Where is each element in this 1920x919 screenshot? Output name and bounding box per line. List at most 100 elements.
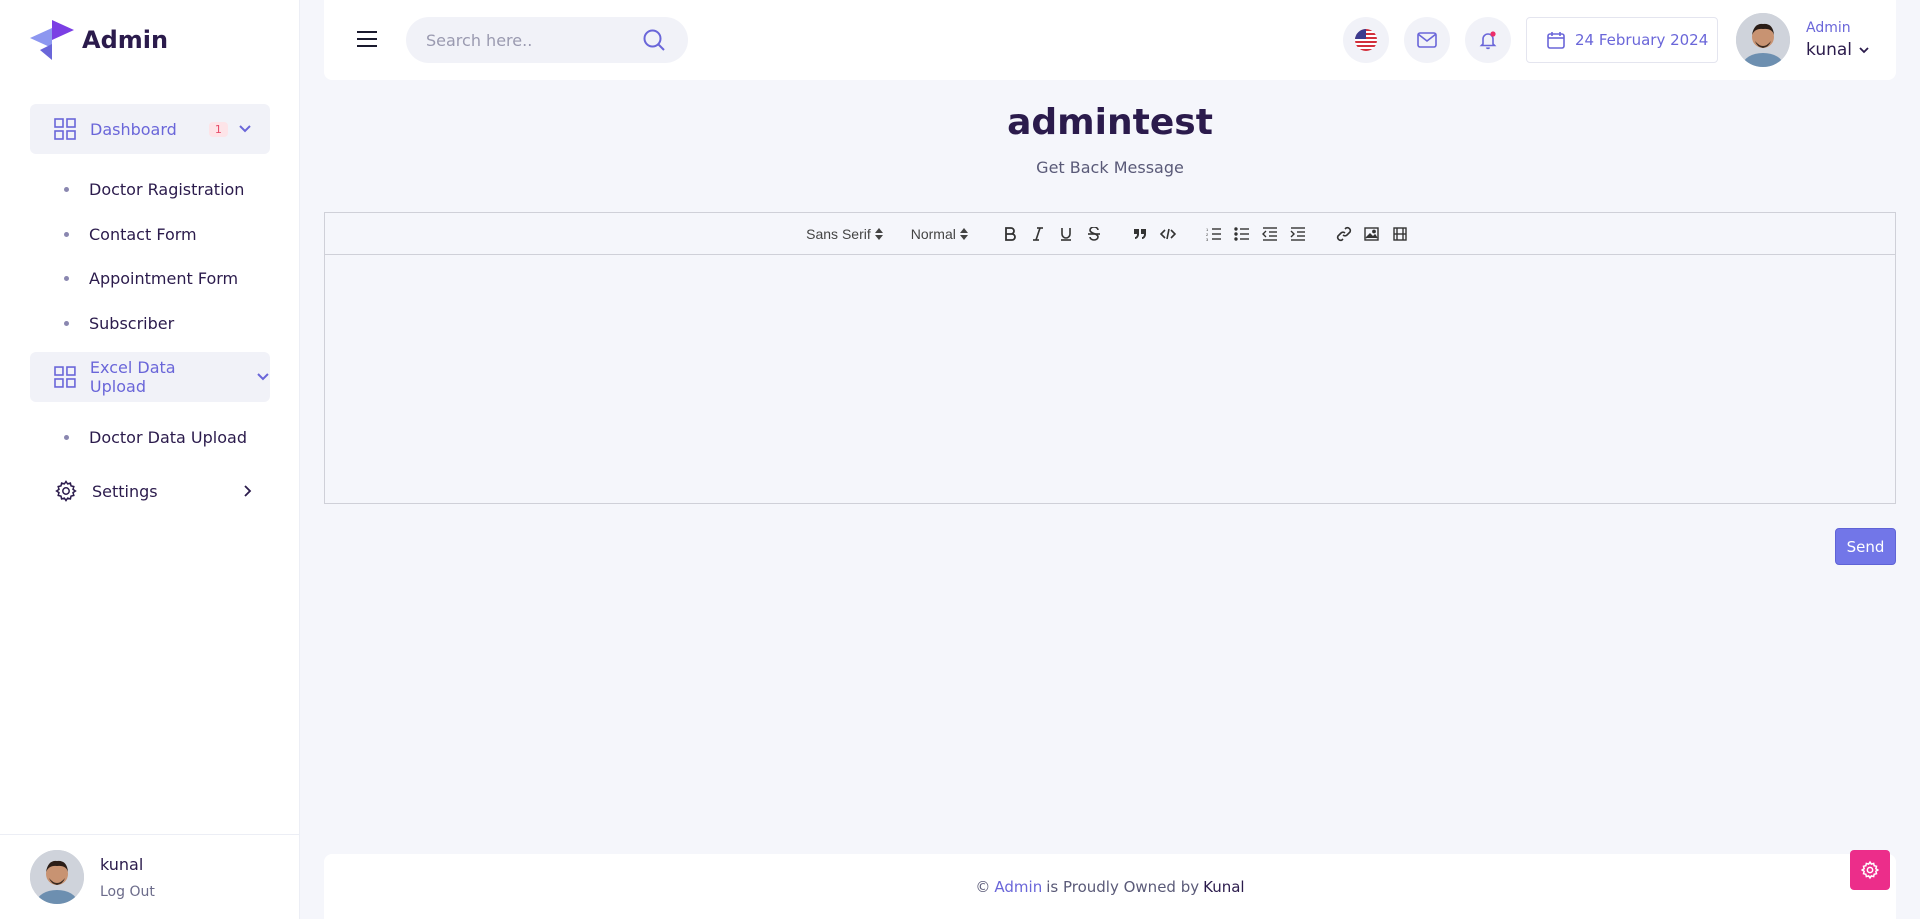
font-family-select[interactable]: Sans Serif <box>806 226 883 242</box>
topbar: 24 February 2024 Admin kunal <box>324 0 1896 80</box>
bullet <box>64 321 69 326</box>
bullet <box>64 232 69 237</box>
editor-toolbar: Sans Serif Normal 1 2 3 <box>325 213 1895 255</box>
sidebar: Admin Dashboard 1 Doctor Ragistration Co… <box>0 0 300 919</box>
insert-image-button[interactable] <box>1358 222 1386 246</box>
sidebar-group-label: Dashboard <box>90 119 177 139</box>
logo-icon <box>30 20 74 60</box>
page-title: admintest <box>1007 102 1213 143</box>
image-icon <box>1364 226 1380 241</box>
footer: © Admin is Proudly Owned by Kunal <box>324 854 1896 919</box>
bullet-list-button[interactable] <box>1228 222 1256 246</box>
sidebar-user-card: kunal Log Out <box>0 834 300 919</box>
sidebar-item-label: Contact Form <box>89 225 197 244</box>
indent-icon <box>1290 226 1305 241</box>
sidebar-user-name: kunal <box>100 854 144 874</box>
sidebar-item-label: Doctor Ragistration <box>89 180 245 199</box>
bullet-list-icon <box>1234 226 1249 241</box>
bullet <box>64 187 69 192</box>
notification-badge: 1 <box>208 121 228 137</box>
notifications-button[interactable] <box>1465 17 1511 63</box>
us-flag-icon <box>1355 29 1377 51</box>
bullet <box>64 435 69 440</box>
insert-link-button[interactable] <box>1330 222 1358 246</box>
rich-text-editor: Sans Serif Normal 1 2 3 <box>324 212 1896 504</box>
user-menu[interactable]: Admin kunal <box>1736 13 1870 67</box>
strikethrough-icon <box>1087 226 1100 241</box>
font-family-value: Sans Serif <box>806 225 871 242</box>
outdent-button[interactable] <box>1256 222 1284 246</box>
underline-button[interactable] <box>1052 222 1080 246</box>
underline-icon <box>1060 227 1071 241</box>
chevron-right-icon <box>244 485 252 497</box>
sidebar-item-label: Appointment Form <box>89 269 239 288</box>
strikethrough-button[interactable] <box>1080 222 1108 246</box>
svg-text:3: 3 <box>1206 237 1209 241</box>
avatar-image <box>30 850 84 904</box>
font-size-select[interactable]: Normal <box>911 226 968 242</box>
mail-icon <box>1417 32 1437 48</box>
sidebar-item-settings[interactable]: Settings <box>54 476 254 506</box>
sidebar-item-subscriber[interactable]: Subscriber <box>64 314 174 333</box>
indent-button[interactable] <box>1284 222 1312 246</box>
sidebar-group-label: Excel Data Upload <box>89 358 176 396</box>
link-icon <box>1336 226 1351 241</box>
code-icon <box>1159 228 1176 239</box>
avatar[interactable] <box>30 850 84 904</box>
footer-owner-link[interactable]: Kunal <box>1203 878 1244 896</box>
calendar-icon <box>1547 32 1565 49</box>
avatar-image <box>1736 13 1790 67</box>
search-icon[interactable] <box>642 28 666 52</box>
ordered-list-icon: 123 <box>1206 227 1221 241</box>
code-block-button[interactable] <box>1154 222 1182 246</box>
chevron-down-icon <box>257 373 269 381</box>
insert-video-button[interactable] <box>1386 222 1414 246</box>
sidebar-item-label: Subscriber <box>89 314 175 333</box>
logout-link[interactable]: Log Out <box>100 884 155 900</box>
gear-icon <box>1860 860 1880 880</box>
bold-button[interactable] <box>996 222 1024 246</box>
grid-icon <box>54 118 76 140</box>
language-flag-button[interactable] <box>1343 17 1389 63</box>
sidebar-item-appointment-form[interactable]: Appointment Form <box>64 269 238 288</box>
chevron-down-icon <box>1859 47 1869 54</box>
date-picker-button[interactable]: 24 February 2024 <box>1526 17 1718 63</box>
bullet <box>64 276 69 281</box>
quote-icon <box>1133 228 1146 239</box>
sidebar-item-doctor-data-upload[interactable]: Doctor Data Upload <box>64 428 247 447</box>
video-icon <box>1393 226 1407 241</box>
bold-icon <box>1004 226 1016 241</box>
editor-content-area[interactable] <box>325 255 1895 503</box>
gear-icon <box>55 480 77 502</box>
send-button[interactable]: Send <box>1835 528 1896 565</box>
chevron-down-icon <box>239 125 251 133</box>
updown-icon <box>959 227 968 240</box>
menu-toggle-icon[interactable] <box>356 30 378 52</box>
settings-label: Settings <box>92 481 158 501</box>
user-role: Admin <box>1806 20 1851 36</box>
footer-brand-link[interactable]: Admin <box>994 878 1042 896</box>
app-name: Admin <box>82 26 169 54</box>
footer-text: is Proudly Owned by <box>1046 877 1200 896</box>
messages-button[interactable] <box>1404 17 1450 63</box>
italic-icon <box>1032 226 1043 241</box>
bell-icon <box>1479 31 1497 50</box>
copyright-symbol: © <box>975 877 991 896</box>
sidebar-item-doctor-registration[interactable]: Doctor Ragistration <box>64 180 244 199</box>
blockquote-button[interactable] <box>1126 222 1154 246</box>
logo[interactable]: Admin <box>30 20 168 60</box>
grid-icon <box>54 366 76 388</box>
sidebar-group-excel-upload[interactable]: Excel Data Upload <box>30 352 270 402</box>
page-subtitle: Get Back Message <box>1036 158 1184 177</box>
italic-button[interactable] <box>1024 222 1052 246</box>
user-name: kunal <box>1806 40 1853 60</box>
outdent-icon <box>1261 226 1277 241</box>
sidebar-item-label: Doctor Data Upload <box>89 428 247 447</box>
ordered-list-button[interactable]: 123 <box>1200 222 1228 246</box>
theme-settings-button[interactable] <box>1850 850 1890 890</box>
avatar <box>1736 13 1790 67</box>
sidebar-item-contact-form[interactable]: Contact Form <box>64 225 197 244</box>
current-date: 24 February 2024 <box>1575 31 1709 49</box>
font-size-value: Normal <box>910 225 956 242</box>
sidebar-group-dashboard[interactable]: Dashboard 1 <box>30 104 270 154</box>
